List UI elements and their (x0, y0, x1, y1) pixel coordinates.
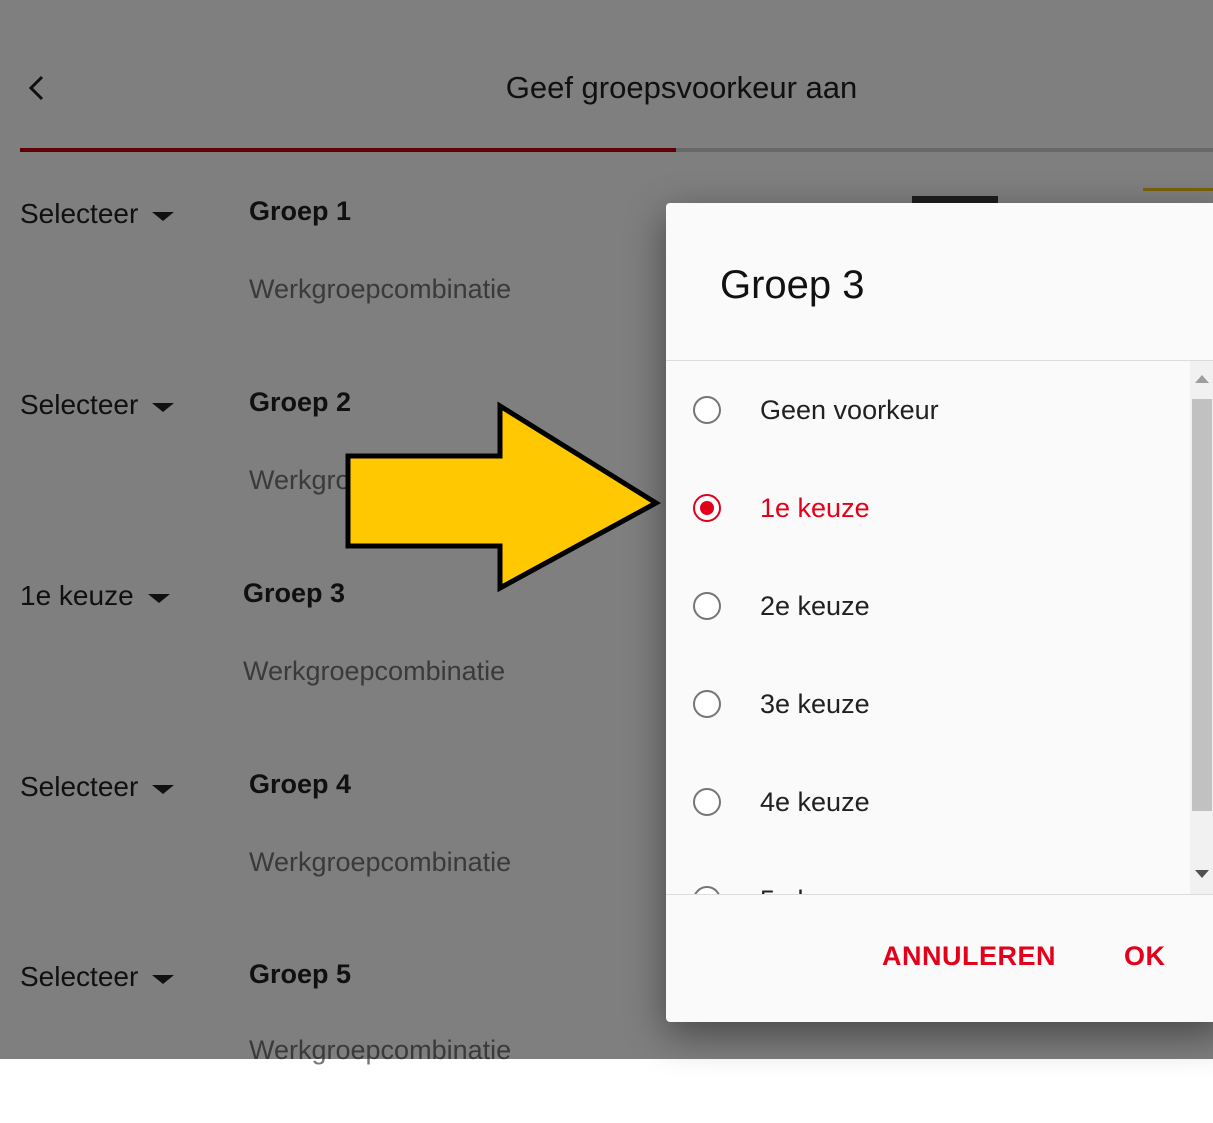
option-2e-keuze[interactable]: 2e keuze (666, 557, 1190, 655)
scroll-down-arrow-icon[interactable] (1195, 870, 1209, 878)
option-list: Geen voorkeur 1e keuze 2e keuze 3e keuze… (666, 361, 1190, 894)
option-label: 1e keuze (760, 492, 870, 523)
option-label: Geen voorkeur (760, 394, 939, 425)
radio-button[interactable] (693, 886, 721, 894)
radio-button[interactable] (693, 788, 721, 816)
cancel-button[interactable]: ANNULEREN (882, 941, 1056, 972)
scrollbar-thumb[interactable] (1192, 399, 1212, 811)
option-geen-voorkeur[interactable]: Geen voorkeur (666, 361, 1190, 459)
option-label: 2e keuze (760, 590, 870, 621)
pointer-arrow-icon (345, 401, 661, 593)
option-label: 4e keuze (760, 786, 870, 817)
radio-button[interactable] (693, 494, 721, 522)
ok-button[interactable]: OK (1124, 941, 1166, 972)
option-label: 3e keuze (760, 688, 870, 719)
radio-button[interactable] (693, 396, 721, 424)
scroll-up-arrow-icon[interactable] (1195, 375, 1209, 383)
option-1e-keuze[interactable]: 1e keuze (666, 459, 1190, 557)
dialog-actions: ANNULEREN OK (666, 895, 1213, 1022)
option-5e-keuze[interactable]: 5e keuze (666, 851, 1190, 894)
preference-dialog: Groep 3 Geen voorkeur 1e keuze 2e keuze … (666, 203, 1213, 1022)
radio-button[interactable] (693, 690, 721, 718)
scrollbar[interactable] (1190, 361, 1213, 894)
group-preference-page: Geef groepsvoorkeur aan Selecteer Groep … (0, 0, 1213, 1065)
option-4e-keuze[interactable]: 4e keuze (666, 753, 1190, 851)
radio-button[interactable] (693, 592, 721, 620)
dialog-title: Groep 3 (720, 263, 865, 307)
option-3e-keuze[interactable]: 3e keuze (666, 655, 1190, 753)
option-label: 5e keuze (760, 885, 870, 895)
